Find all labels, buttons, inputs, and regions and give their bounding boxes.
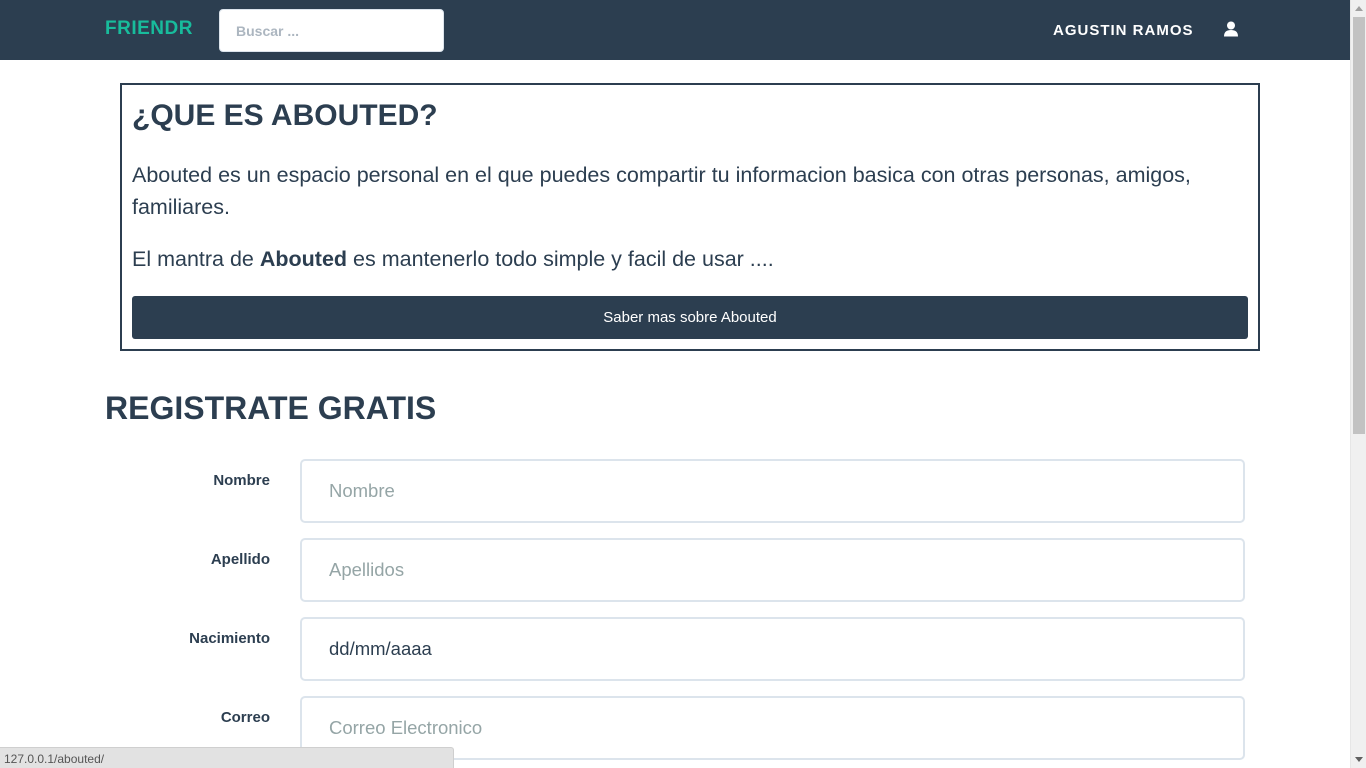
nacimiento-label: Nacimiento xyxy=(189,630,270,647)
nacimiento-date-input[interactable] xyxy=(300,617,1245,681)
learn-more-button[interactable]: Saber mas sobre Abouted xyxy=(132,296,1248,339)
correo-label: Correo xyxy=(220,709,270,726)
navbar: FRIENDR AGUSTIN RAMOS xyxy=(0,0,1350,60)
about-mantra-end: es mantenerlo todo simple y facil de usa… xyxy=(347,247,774,271)
brand-link[interactable]: FRIENDR xyxy=(105,18,193,40)
about-description: Abouted es un espacio personal en el que… xyxy=(132,163,1191,219)
about-mantra-start: El mantra de xyxy=(132,247,260,271)
user-icon[interactable] xyxy=(1222,20,1240,38)
search-input[interactable] xyxy=(219,9,444,52)
scroll-down-arrow-icon[interactable] xyxy=(1351,752,1366,768)
nombre-input[interactable] xyxy=(300,459,1245,523)
user-name-link[interactable]: AGUSTIN RAMOS xyxy=(1053,22,1194,39)
about-panel: ¿QUE ES ABOUTED? Abouted es un espacio p… xyxy=(120,83,1260,351)
scroll-up-arrow-icon[interactable] xyxy=(1351,0,1366,16)
nombre-label: Nombre xyxy=(213,472,270,489)
browser-status-bar: 127.0.0.1/abouted/ xyxy=(0,747,454,768)
apellido-label: Apellido xyxy=(210,551,270,568)
about-mantra-bold: Abouted xyxy=(259,247,348,271)
page-scrollbar[interactable] xyxy=(1350,0,1366,768)
apellido-input[interactable] xyxy=(300,538,1245,602)
about-title: ¿QUE ES ABOUTED? xyxy=(132,99,438,132)
register-title: REGISTRATE GRATIS xyxy=(105,390,437,426)
scroll-thumb[interactable] xyxy=(1353,17,1365,434)
about-mantra: El mantra de Abouted es mantenerlo todo … xyxy=(132,243,774,275)
